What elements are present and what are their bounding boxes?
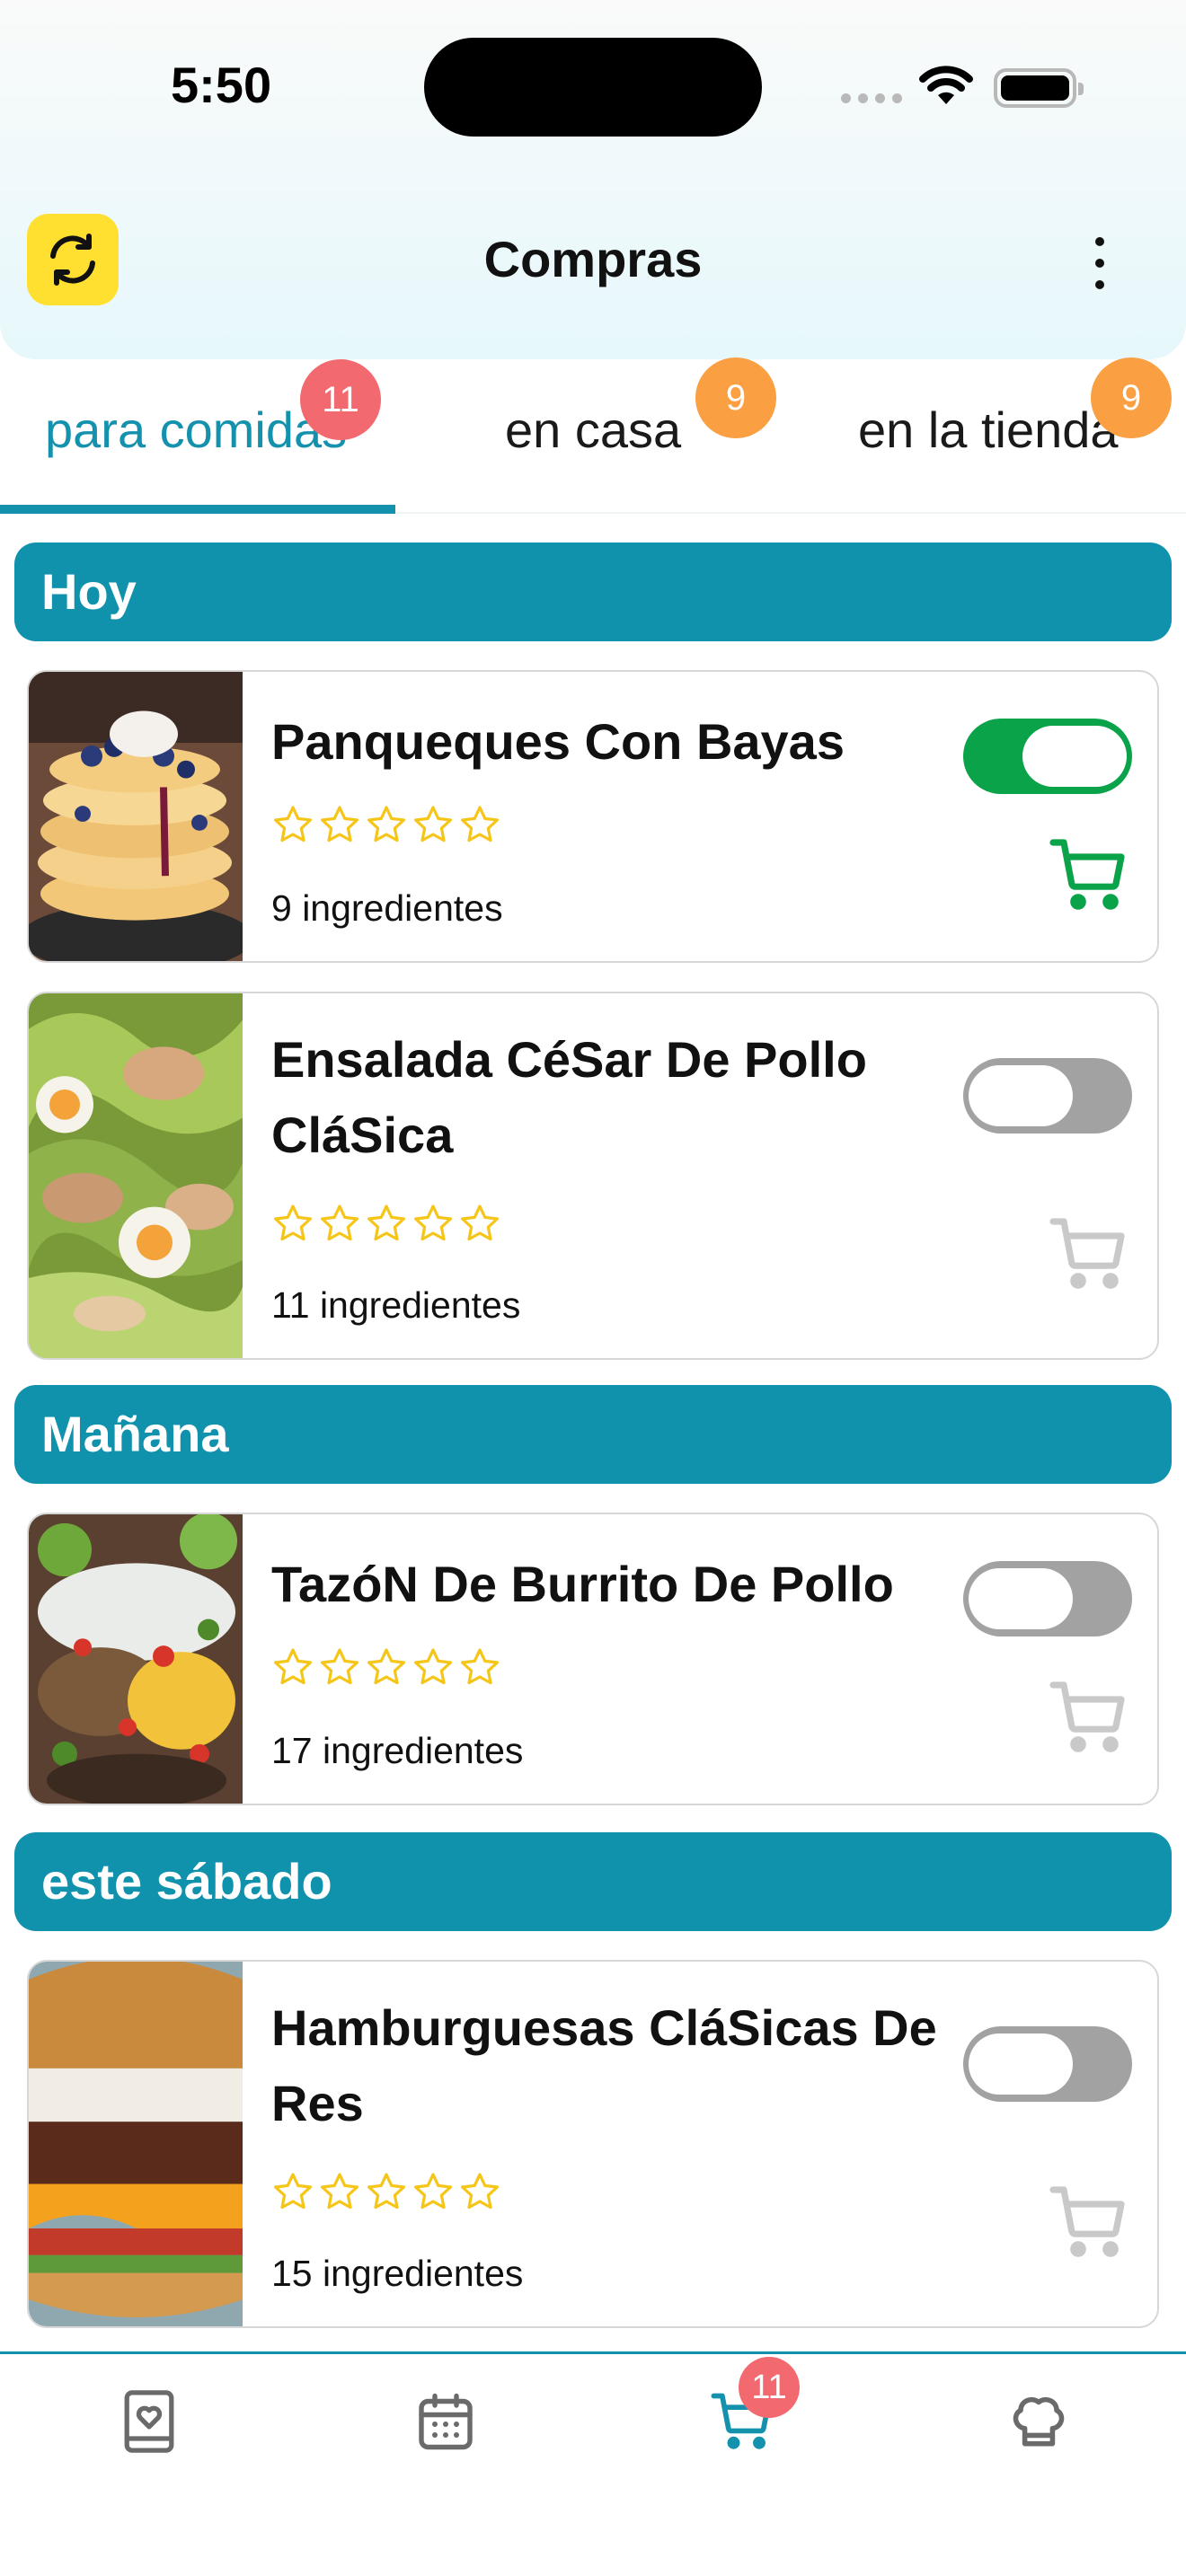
tab-badge-en-casa: 9 [695,357,776,438]
rating-stars[interactable] [271,803,501,846]
tab-badge-en-la-tienda: 9 [1091,357,1172,438]
more-menu-button[interactable] [1078,232,1121,295]
status-time: 5:50 [171,57,272,113]
star-icon[interactable] [365,1645,408,1689]
recipe-name: Hamburguesas CláSicas De Res [271,1999,937,2131]
nav-recipes[interactable] [111,2384,187,2459]
star-icon[interactable] [412,803,455,846]
section-header-hoy: Hoy [14,543,1172,641]
ingredient-count: 11 ingredientes [271,1284,521,1326]
star-icon[interactable] [365,803,408,846]
recipe-book-icon [124,2390,174,2453]
wifi-icon [919,66,973,104]
battery-icon [994,68,1084,108]
star-icon[interactable] [458,1645,501,1689]
star-icon[interactable] [271,803,314,846]
star-icon[interactable] [458,2170,501,2213]
recipe-card[interactable]: Panqueques Con Bayas 9 ingredientes [27,670,1159,963]
star-icon[interactable] [412,1202,455,1245]
section-header-este-sabado: este sábado [14,1832,1172,1931]
star-icon[interactable] [318,1645,361,1689]
star-icon[interactable] [271,1202,314,1245]
shopping-toggle[interactable] [963,1561,1132,1636]
shopping-toggle[interactable] [963,719,1132,794]
nav-calendar[interactable] [408,2384,483,2459]
cart-icon[interactable] [1046,832,1132,918]
star-icon[interactable] [318,1202,361,1245]
cart-icon[interactable] [1046,2179,1132,2265]
cart-count-badge: 11 [739,2357,800,2418]
star-icon[interactable] [458,803,501,846]
shopping-toggle[interactable] [963,1058,1132,1134]
ingredient-count: 15 ingredientes [271,2253,524,2294]
chef-hat-icon [1013,2396,1065,2447]
tab-badge-para-comidas: 11 [300,359,381,440]
cart-icon[interactable] [1046,1211,1132,1297]
rating-stars[interactable] [271,2170,501,2213]
star-icon[interactable] [318,803,361,846]
ingredient-count: 9 ingredientes [271,887,503,929]
recipe-name: Ensalada CéSar De Pollo CláSica [271,1031,867,1163]
dynamic-island [424,38,762,137]
tab-en-la-tienda[interactable]: en la tienda [858,401,1119,459]
star-icon[interactable] [318,2170,361,2213]
page-title: Compras [483,231,703,287]
recipe-card[interactable]: TazóN De Burrito De Pollo 17 ingrediente… [27,1513,1159,1805]
section-header-manana: Mañana [14,1385,1172,1484]
bottom-nav-divider [0,2351,1186,2354]
recipe-image-pancakes [29,672,243,961]
tab-en-casa[interactable]: en casa [505,401,681,459]
star-icon[interactable] [412,1645,455,1689]
shopping-toggle[interactable] [963,2026,1132,2102]
cart-icon[interactable] [1046,1674,1132,1760]
recipe-card[interactable]: Hamburguesas CláSicas De Res 15 ingredie… [27,1960,1159,2328]
recipe-image-burrito-bowl [29,1514,243,1804]
rating-stars[interactable] [271,1202,501,1245]
recipe-image-caesar-salad [29,993,243,1358]
star-icon[interactable] [365,1202,408,1245]
star-icon[interactable] [412,2170,455,2213]
rating-stars[interactable] [271,1645,501,1689]
recipe-name: Panqueques Con Bayas [271,713,845,770]
active-tab-indicator [0,505,395,514]
nav-chef[interactable] [1001,2384,1076,2459]
ingredient-count: 17 ingredientes [271,1730,524,1771]
recipe-card[interactable]: Ensalada CéSar De Pollo CláSica 11 ingre… [27,992,1159,1360]
status-bar: 5:50 [0,0,1186,171]
star-icon[interactable] [271,1645,314,1689]
star-icon[interactable] [271,2170,314,2213]
more-vertical-icon [1095,237,1104,246]
star-icon[interactable] [365,2170,408,2213]
calendar-icon [419,2393,473,2450]
star-icon[interactable] [458,1202,501,1245]
recipe-name: TazóN De Burrito De Pollo [271,1556,894,1612]
signal-icon [841,93,902,103]
recipe-image-burger [29,1962,243,2326]
